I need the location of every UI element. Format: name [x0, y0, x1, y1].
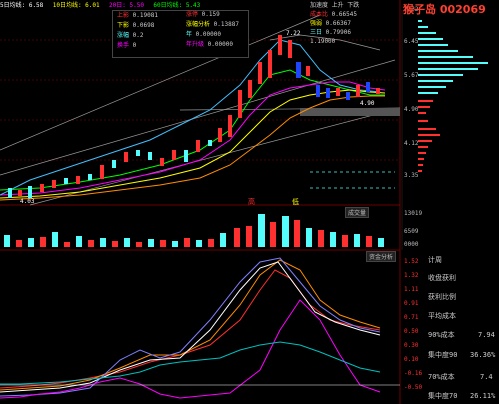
info-value-3: 0.2 — [132, 32, 144, 39]
low-price-label: 4.03 — [20, 198, 35, 205]
stat-label-7: 70%成本 — [428, 373, 455, 381]
indicator-tab[interactable]: 资金分析 — [366, 251, 397, 262]
info-label-2: 下影 — [117, 22, 130, 29]
mid-value-4: 0.00000 — [207, 41, 233, 48]
stat-value-5: 7.94 — [478, 331, 495, 339]
info-label-1: 上影 — [117, 12, 130, 19]
marker-low: 低 — [292, 198, 299, 206]
mid-value-3: 0.00000 — [195, 31, 221, 38]
right-value-2: 0.66367 — [325, 20, 351, 27]
info-value-4: 0 — [132, 42, 137, 49]
price-tick-4: 4.90 — [404, 106, 419, 113]
ind-tick-2: 1.32 — [404, 272, 419, 279]
stat-label-8: 集中度70 — [428, 392, 458, 400]
right-value-3: 0.79906 — [325, 29, 351, 36]
ind-tick-10: -0.50 — [404, 384, 423, 391]
peak-price-label: 7.22 — [286, 30, 301, 37]
indicator-axis: 1.52 1.32 1.11 0.91 0.71 0.50 0.30 0.10 … — [404, 258, 424, 398]
ind-tick-1: 1.52 — [404, 258, 419, 265]
stat-label-1: 计周 — [428, 256, 442, 264]
stat-label-3: 获利比例 — [428, 293, 456, 301]
price-tick-6: 3.35 — [404, 172, 419, 179]
ind-tick-4: 0.91 — [404, 300, 419, 307]
right-label-3: 三日 — [310, 29, 323, 36]
info-value-2: 0.0698 — [132, 22, 155, 29]
right-label-2: 强弱 — [310, 20, 323, 27]
stat-value-6: 36.36% — [470, 351, 496, 359]
volume-tick-1: 13019 — [404, 210, 423, 217]
stat-label-2: 收盘获利 — [428, 274, 456, 282]
stat-label-6: 集中度90 — [428, 351, 458, 359]
price-tick-2: 6.45 — [404, 38, 419, 45]
ind-tick-7: 0.30 — [404, 342, 419, 349]
info-panel-right: 加速度 上升 下跌 成本比 0.66545 强弱 0.66367 三日 0.79… — [310, 2, 400, 52]
info-label-3: 涨幅 — [117, 32, 130, 39]
ind-tick-3: 1.11 — [404, 286, 419, 293]
mid-label-4: 年升级 — [186, 41, 205, 48]
mid-label-2: 涨幅分析 — [186, 21, 211, 28]
volume-tick-2: 6509 — [404, 228, 419, 235]
stock-title: 猴子岛 002069 — [403, 3, 486, 16]
ind-tick-9: -0.16 — [404, 370, 423, 377]
right-value-4: 1.19000 — [310, 38, 336, 45]
mid-value-1: 0.159 — [201, 11, 220, 18]
mid-price-label: 4.90 — [360, 100, 375, 107]
volume-tab[interactable]: 成交量 — [345, 207, 370, 218]
right-label-1: 成本比 — [310, 11, 329, 18]
price-tick-5: 4.12 — [404, 140, 419, 147]
ind-tick-5: 0.71 — [404, 314, 419, 321]
ind-tick-8: 0.10 — [404, 356, 419, 363]
mid-label-3: 年 — [186, 31, 193, 38]
info-label-4: 换手 — [117, 42, 130, 49]
marker-high: 高 — [248, 198, 255, 206]
info-panel-mid: 涨停 0.159 涨幅分析 0.13887 年 0.00000 年升级 0.00… — [186, 10, 246, 56]
stat-label-5: 90%成本 — [428, 331, 455, 339]
info-right-header: 加速度 上升 下跌 — [310, 2, 360, 9]
ind-tick-6: 0.50 — [404, 328, 419, 335]
price-tick-3: 5.67 — [404, 72, 419, 79]
stat-label-4: 平均成本 — [428, 312, 456, 320]
stat-value-8: 26.11% — [470, 392, 496, 400]
volume-tick-3: 0000 — [404, 241, 419, 248]
mid-label-1: 涨停 — [186, 11, 199, 18]
mid-value-2: 0.13887 — [213, 21, 239, 28]
chip-stats-panel: 计周 收盘获利 获利比例 平均成本 90%成本 7.94 集中度90 36.36… — [428, 256, 498, 404]
price-axis: 7.22 6.45 5.67 4.90 4.12 3.35 — [404, 0, 420, 200]
stat-value-7: 7.4 — [480, 373, 493, 381]
info-value-1: 0.19081 — [132, 12, 158, 19]
right-value-1: 0.66545 — [331, 11, 357, 18]
